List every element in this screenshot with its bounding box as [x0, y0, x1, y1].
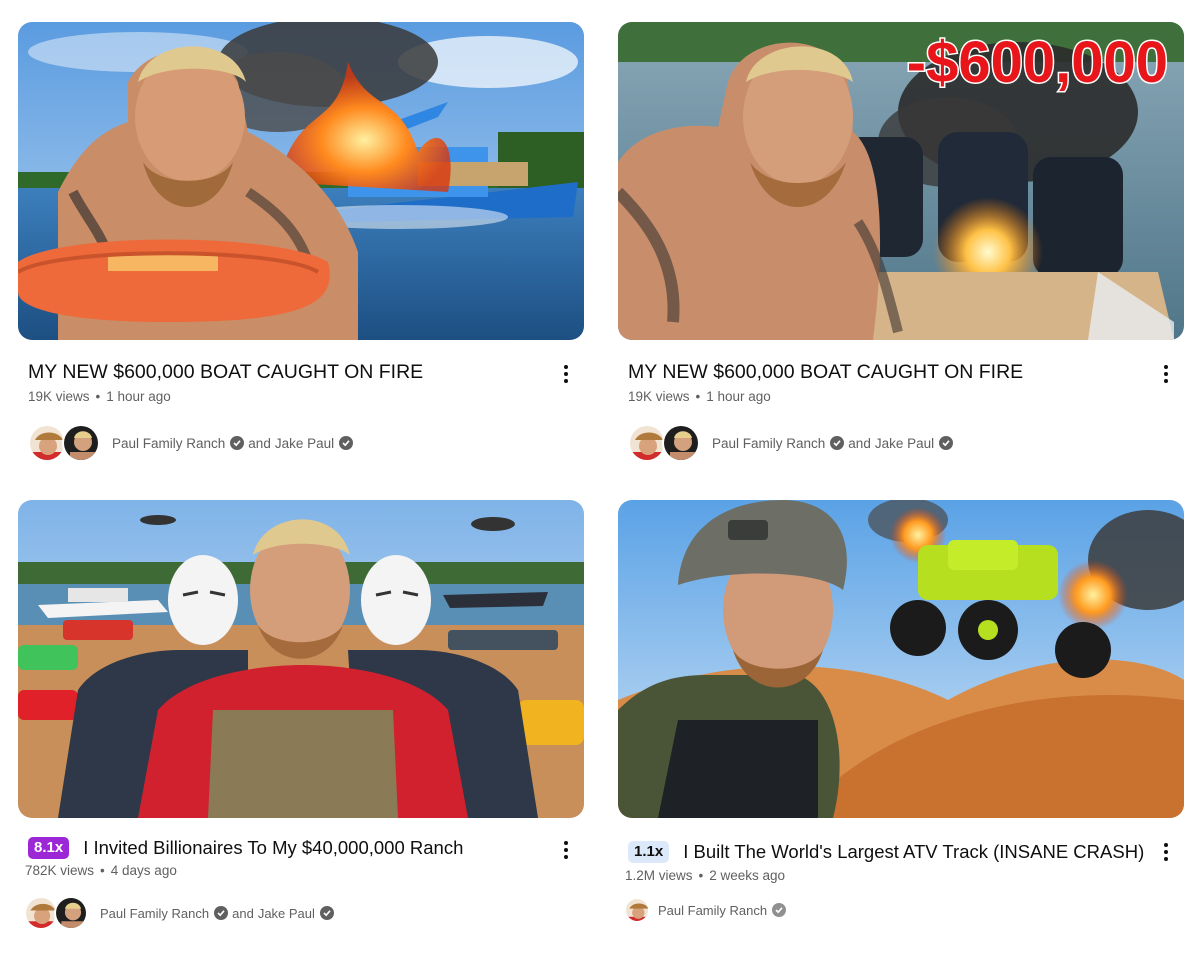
more-vert-icon[interactable] — [554, 360, 578, 388]
upload-age: 4 days ago — [110, 863, 177, 878]
view-count: 782K views — [25, 863, 95, 878]
avatar-paul-family-ranch[interactable] — [624, 897, 650, 923]
verified-check-icon — [230, 436, 245, 450]
view-count: 19K views — [28, 389, 90, 404]
channel-name[interactable]: Paul Family Ranch — [112, 436, 225, 451]
upload-age: 2 weeks ago — [709, 868, 786, 883]
video-title[interactable]: I Invited Billionaires To My $40,000,000… — [83, 836, 463, 860]
video-title[interactable]: MY NEW $600,000 BOAT CAUGHT ON FIRE — [28, 360, 423, 384]
video-stats: 782K views • 4 days ago — [25, 863, 177, 878]
performance-badge: 8.1x — [28, 837, 70, 859]
video-stats: 1.2M views • 2 weeks ago — [625, 868, 785, 883]
thumbnail-image-engine-fire: -$600,000 — [618, 22, 1184, 340]
channel-row: Paul Family Ranch — [624, 897, 787, 923]
avatar-paul-family-ranch[interactable] — [28, 424, 66, 462]
channel-name[interactable]: Paul Family Ranch — [658, 903, 767, 918]
video-thumbnail-2[interactable]: -$600,000 — [618, 22, 1184, 340]
more-vert-icon[interactable] — [1154, 838, 1178, 866]
avatar-paul-family-ranch[interactable] — [628, 424, 666, 462]
thumbnail-image-billionaires-ranch — [18, 500, 584, 818]
channel-name[interactable]: Jake Paul — [258, 906, 315, 921]
avatar-paul-family-ranch[interactable] — [24, 896, 58, 930]
video-thumbnail-1[interactable] — [18, 22, 584, 340]
video-stats: 19K views • 1 hour ago — [628, 389, 771, 404]
channel-name[interactable]: Paul Family Ranch — [100, 906, 209, 921]
avatar-jake-paul[interactable] — [662, 424, 700, 462]
separator-dot: • — [95, 389, 101, 404]
verified-check-icon — [319, 906, 334, 920]
and-text: and — [248, 435, 271, 451]
thumbnail-image-boat-fire — [18, 22, 584, 340]
verified-check-icon — [939, 436, 954, 450]
view-count: 19K views — [628, 389, 690, 404]
more-vert-icon[interactable] — [554, 836, 578, 864]
verified-check-icon — [339, 436, 354, 450]
channel-name[interactable]: Jake Paul — [875, 436, 934, 451]
channel-row: Paul Family Ranch and Jake Paul — [28, 424, 354, 462]
avatar-jake-paul[interactable] — [62, 424, 100, 462]
channel-name[interactable]: Paul Family Ranch — [712, 436, 825, 451]
video-thumbnail-3[interactable] — [18, 500, 584, 818]
and-text: and — [232, 905, 254, 921]
verified-check-icon — [214, 906, 229, 920]
upload-age: 1 hour ago — [706, 389, 771, 404]
verified-check-icon — [830, 436, 845, 450]
thumbnail-image-atv-track — [618, 500, 1184, 818]
avatar-jake-paul[interactable] — [54, 896, 88, 930]
view-count: 1.2M views — [625, 868, 693, 883]
separator-dot: • — [698, 868, 704, 883]
separator-dot: • — [100, 863, 105, 878]
separator-dot: • — [695, 389, 701, 404]
thumbnail-overlay-text: -$600,000 — [907, 30, 1168, 95]
upload-age: 1 hour ago — [106, 389, 171, 404]
video-title[interactable]: I Built The World's Largest ATV Track (I… — [683, 840, 1144, 864]
video-stats: 19K views • 1 hour ago — [28, 389, 171, 404]
channel-name[interactable]: Jake Paul — [275, 436, 334, 451]
video-thumbnail-4[interactable] — [618, 500, 1184, 818]
performance-badge: 1.1x — [628, 841, 670, 863]
more-vert-icon[interactable] — [1154, 360, 1178, 388]
channel-row: Paul Family Ranch and Jake Paul — [24, 896, 334, 930]
and-text: and — [848, 435, 871, 451]
video-title[interactable]: MY NEW $600,000 BOAT CAUGHT ON FIRE — [628, 360, 1023, 384]
verified-check-icon — [772, 903, 787, 917]
channel-row: Paul Family Ranch and Jake Paul — [628, 424, 954, 462]
